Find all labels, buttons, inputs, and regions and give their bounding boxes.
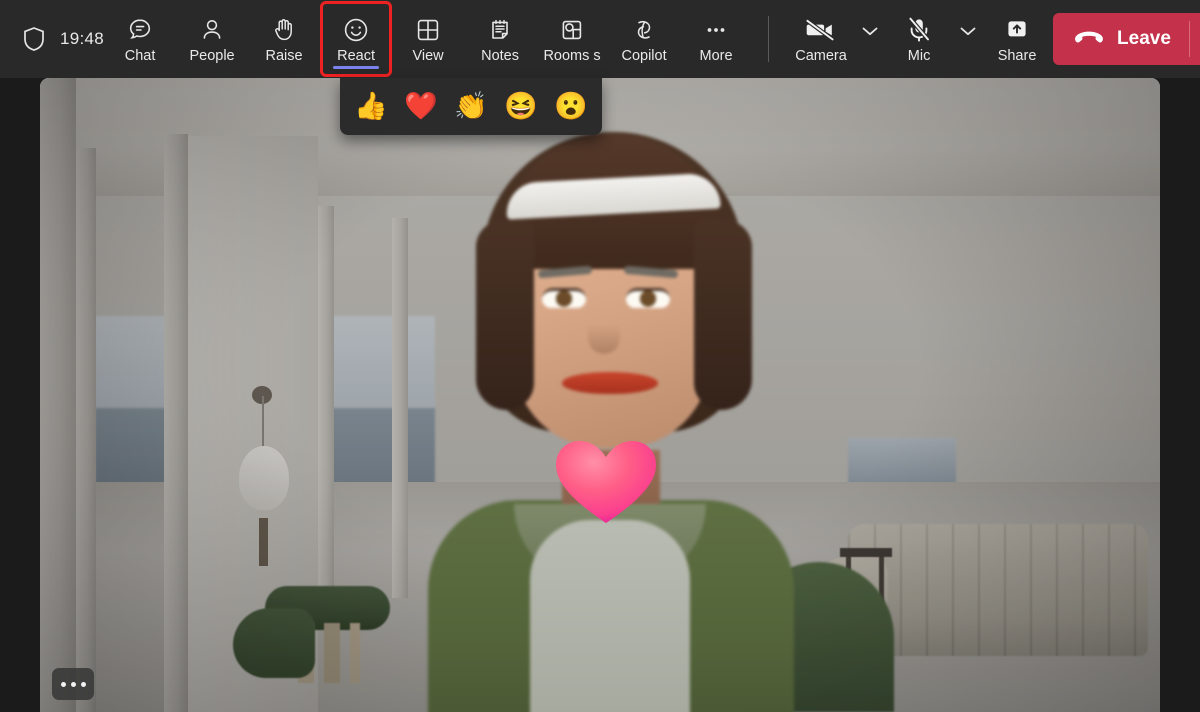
active-heart-reaction-icon	[552, 437, 660, 527]
toolbar-left-group: 19:48	[0, 26, 104, 52]
avatar-nose	[588, 312, 620, 354]
person-icon	[199, 15, 225, 45]
toolbar-label-camera: Camera	[795, 48, 847, 64]
leave-button[interactable]: Leave	[1053, 13, 1200, 65]
toolbar-label-react: React	[337, 48, 375, 64]
reaction-surprised-button[interactable]: 😮	[551, 87, 591, 127]
camera-options-chevron[interactable]	[857, 0, 883, 78]
toolbar-label-more: More	[700, 48, 733, 64]
mic-options-chevron[interactable]	[955, 0, 981, 78]
toolbar-label-notes: Notes	[481, 48, 519, 64]
meeting-clock: 19:48	[60, 29, 104, 49]
reaction-laugh-button[interactable]: 😆	[501, 87, 541, 127]
avatar-shirt	[530, 520, 690, 712]
toolbar-label-copilot: Copilot	[621, 48, 666, 64]
active-tab-underline	[333, 66, 379, 69]
leave-options-chevron[interactable]	[1190, 13, 1200, 65]
leave-main-action[interactable]: Leave	[1053, 13, 1189, 65]
reaction-heart-button[interactable]: ❤️	[401, 87, 441, 127]
reactions-flyout: 👍 ❤️ 👏 😆 😮	[340, 78, 602, 135]
raise-hand-icon	[271, 15, 297, 45]
toolbar-center-group: Chat People Raise	[104, 0, 1053, 78]
toolbar-button-mic[interactable]: Mic	[883, 0, 955, 78]
reaction-applause-button[interactable]: 👏	[451, 87, 491, 127]
notes-icon	[487, 15, 513, 45]
participant-video-tile[interactable]	[40, 78, 1160, 712]
tile-more-options-button[interactable]	[52, 668, 94, 700]
toolbar-button-people[interactable]: People	[176, 0, 248, 78]
avatar-lips	[562, 372, 658, 394]
grid-view-icon	[415, 15, 441, 45]
toolbar-label-rooms: Rooms s	[543, 48, 600, 64]
ellipsis-icon	[81, 682, 86, 687]
toolbar-button-notes[interactable]: Notes	[464, 0, 536, 78]
avatar-hair-right	[694, 220, 752, 410]
avatar-eye-right	[626, 288, 670, 308]
toolbar-button-view[interactable]: View	[392, 0, 464, 78]
share-screen-icon	[1003, 15, 1031, 45]
ellipsis-icon	[702, 15, 730, 45]
toolbar-button-react[interactable]: React	[320, 1, 392, 77]
toolbar-label-chat: Chat	[125, 48, 156, 64]
teams-meeting-window: 19:48 Chat	[0, 0, 1200, 712]
mic-off-icon	[905, 15, 933, 45]
shield-icon	[22, 26, 46, 52]
toolbar-label-view: View	[412, 48, 443, 64]
toolbar-label-mic: Mic	[908, 48, 931, 64]
toolbar-button-rooms[interactable]: Rooms s	[536, 0, 608, 78]
leave-button-label: Leave	[1117, 28, 1171, 50]
toolbar-button-more[interactable]: More	[680, 0, 752, 78]
camera-off-icon	[804, 15, 838, 45]
avatar-hair-left	[476, 220, 534, 410]
avatar-eye-left	[542, 288, 586, 308]
toolbar-button-raise[interactable]: Raise	[248, 0, 320, 78]
participant-avatar	[410, 100, 810, 712]
toolbar-label-people: People	[189, 48, 234, 64]
ellipsis-icon	[61, 682, 66, 687]
smiley-face-icon	[342, 15, 370, 45]
breakout-rooms-icon	[559, 15, 585, 45]
ellipsis-icon	[71, 682, 76, 687]
toolbar-divider	[768, 16, 769, 62]
toolbar-button-chat[interactable]: Chat	[104, 0, 176, 78]
reaction-thumbs-up-button[interactable]: 👍	[351, 87, 391, 127]
toolbar-label-share: Share	[998, 48, 1037, 64]
chevron-down-icon	[861, 24, 879, 42]
toolbar-button-share[interactable]: Share	[981, 0, 1053, 78]
copilot-icon	[630, 15, 658, 45]
meeting-toolbar: 19:48 Chat	[0, 0, 1200, 78]
hangup-phone-icon	[1073, 27, 1105, 52]
toolbar-button-copilot[interactable]: Copilot	[608, 0, 680, 78]
chat-bubble-icon	[127, 15, 153, 45]
chevron-down-icon	[959, 24, 977, 42]
toolbar-label-raise: Raise	[266, 48, 303, 64]
toolbar-button-camera[interactable]: Camera	[785, 0, 857, 78]
